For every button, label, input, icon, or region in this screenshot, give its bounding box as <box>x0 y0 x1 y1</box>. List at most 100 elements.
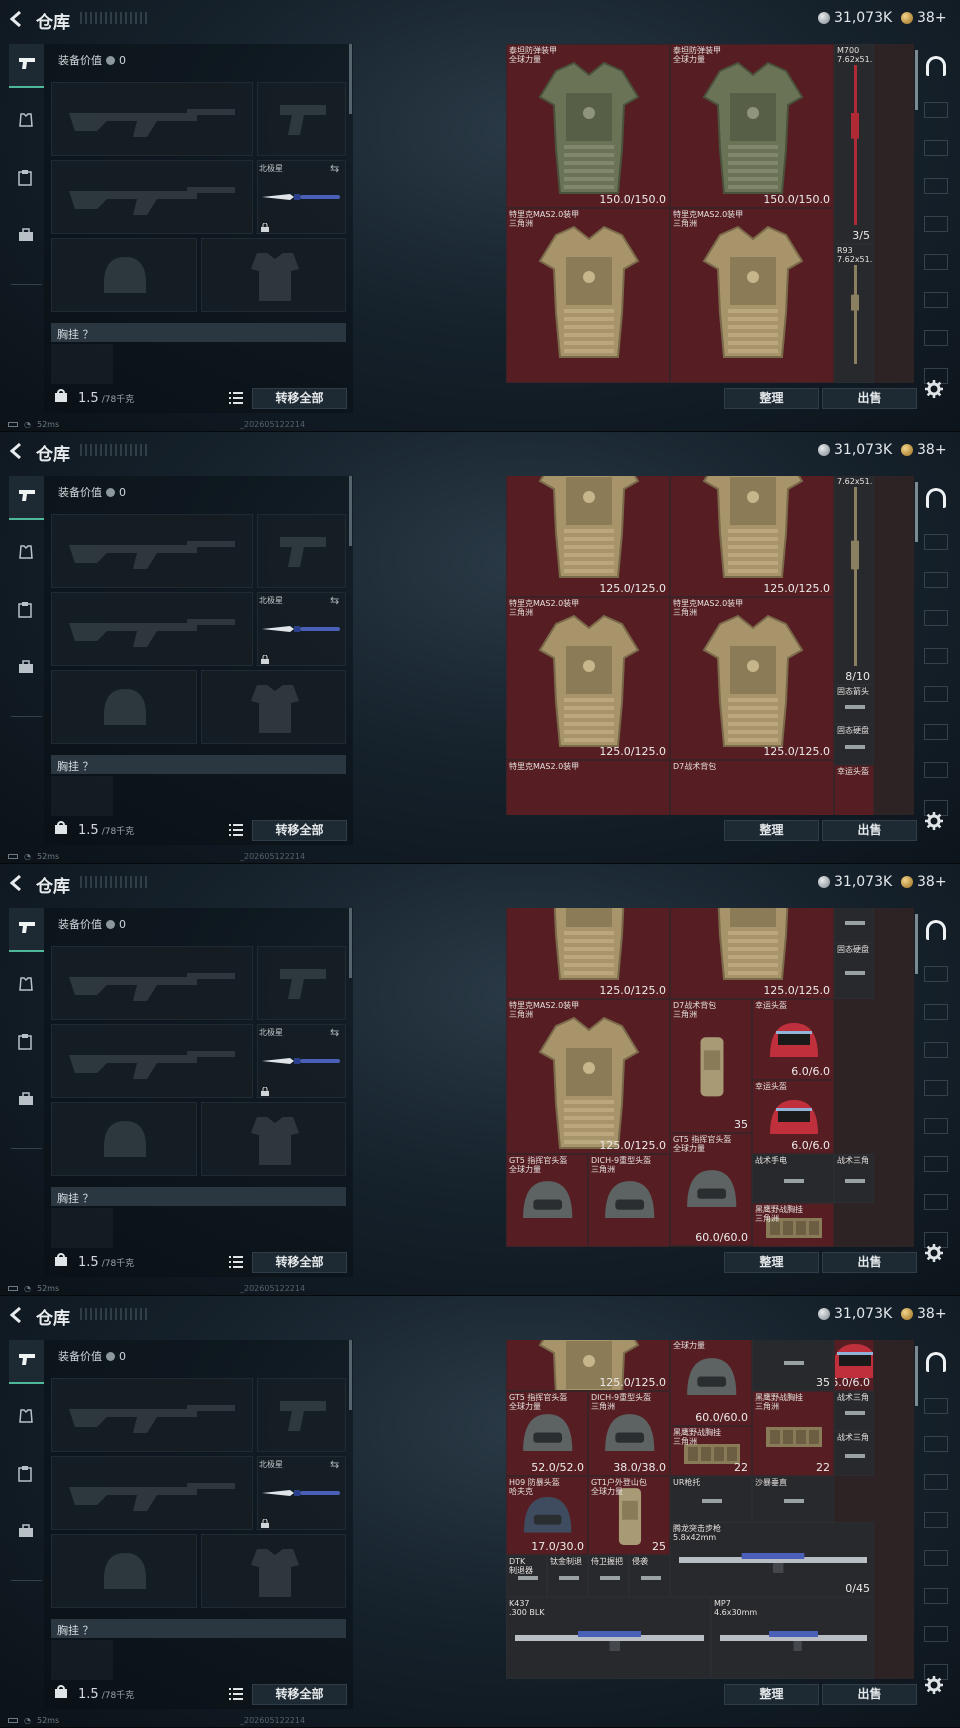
sell-button[interactable]: 出售 <box>822 388 917 409</box>
stash-item[interactable]: 125.0/125.0 <box>670 908 834 999</box>
stash-page-tab[interactable] <box>924 1436 948 1452</box>
stash-page-tab[interactable] <box>924 292 948 308</box>
stash-item[interactable]: 固态硬盘 <box>834 724 874 765</box>
organize-button[interactable]: 整理 <box>724 1252 819 1273</box>
swap-icon[interactable]: ⇆ <box>330 1458 339 1471</box>
stash-page-tab[interactable] <box>924 966 948 982</box>
tab-weapons[interactable] <box>9 476 44 520</box>
stash-item[interactable]: 侍卫握把 <box>588 1555 629 1597</box>
stash-page-tab[interactable] <box>924 534 948 550</box>
primary-weapon-slot[interactable] <box>51 514 253 588</box>
stash-item[interactable]: 腾龙突击步枪 5.8x42mm 0/45 <box>670 1522 874 1597</box>
currency-gold[interactable]: 38+ <box>901 874 947 890</box>
stash-page-tab[interactable] <box>924 686 948 702</box>
stash-item[interactable]: UR枪托 <box>670 1476 752 1522</box>
tab-backpack[interactable] <box>9 216 44 260</box>
stash-item[interactable]: 战术三角 <box>834 1431 874 1476</box>
secondary-weapon-slot[interactable] <box>51 1456 253 1530</box>
tab-weapons[interactable] <box>9 908 44 952</box>
list-icon[interactable] <box>229 824 243 836</box>
stash-item[interactable]: 特里克MAS2.0装甲 三角洲 125.0/125.0 <box>506 999 670 1154</box>
stash-item[interactable]: MP7 4.6x30mm <box>711 1597 874 1679</box>
pistol-slot[interactable] <box>257 1378 346 1452</box>
stash-item[interactable]: 幸运头盔 6.0/6.0 <box>752 999 834 1080</box>
knife-slot[interactable]: 北极星 ⇆ <box>257 160 346 234</box>
equipment-scrollbar[interactable] <box>349 44 352 114</box>
stash-item[interactable]: 战术手电 35 <box>752 1340 834 1391</box>
stash-page-tab[interactable] <box>924 648 948 664</box>
currency-gold[interactable]: 38+ <box>901 442 947 458</box>
stash-item[interactable]: 黑鹰野战胸挂 三角洲 22 <box>752 1391 834 1476</box>
stash-scrollbar[interactable] <box>915 1346 918 1406</box>
stash-item[interactable]: DICH-9重型头盔 三角洲 <box>588 1154 670 1247</box>
stash-item[interactable]: 特里克MAS2.0装甲 三角洲 125.0/125.0 <box>670 597 834 760</box>
stash-item[interactable]: 125.0/125.0 <box>506 908 670 999</box>
equipment-scrollbar[interactable] <box>349 1340 352 1410</box>
stash-item[interactable]: 战术手电 <box>752 1154 834 1203</box>
stash-scrollbar[interactable] <box>915 50 918 110</box>
gear-icon[interactable] <box>925 1676 943 1694</box>
back-arrow-icon[interactable] <box>9 442 23 460</box>
back-arrow-icon[interactable] <box>9 1306 23 1324</box>
stash-item[interactable]: 幸运头盔 6.0/6.0 <box>752 1080 834 1154</box>
stash-page-tab[interactable] <box>924 724 948 740</box>
transfer-all-button[interactable]: 转移全部 <box>252 1684 347 1705</box>
tab-rig[interactable] <box>9 158 44 202</box>
armor-slot[interactable] <box>201 238 346 312</box>
helmet-slot[interactable] <box>51 1102 197 1176</box>
stash-item[interactable]: D7战术背包 <box>670 760 834 815</box>
primary-weapon-slot[interactable] <box>51 82 253 156</box>
stash-item[interactable]: M700 7.62x51... 3/5 <box>834 44 874 244</box>
stash-item[interactable]: 特里克MAS2.0装甲 三角洲 <box>506 208 670 383</box>
helmet-slot[interactable] <box>51 1534 197 1608</box>
transfer-all-button[interactable]: 转移全部 <box>252 1252 347 1273</box>
gear-icon[interactable] <box>925 1244 943 1262</box>
currency-silver[interactable]: 31,073K <box>818 10 892 26</box>
gear-icon[interactable] <box>925 812 943 830</box>
stash-item[interactable]: GT5 指挥官头盔 全球力量 52.0/52.0 <box>506 1391 588 1476</box>
knife-slot[interactable]: 北极星 ⇆ <box>257 1024 346 1098</box>
list-icon[interactable] <box>229 1688 243 1700</box>
back-arrow-icon[interactable] <box>9 874 23 892</box>
stash-page-tab[interactable] <box>924 1550 948 1566</box>
pistol-slot[interactable] <box>257 946 346 1020</box>
stash-page-tab[interactable] <box>924 1474 948 1490</box>
stash-page-tab[interactable] <box>924 1042 948 1058</box>
sell-button[interactable]: 出售 <box>822 1684 917 1705</box>
tab-rig[interactable] <box>9 1022 44 1066</box>
tab-backpack[interactable] <box>9 1512 44 1556</box>
stash-page-tab[interactable] <box>924 1004 948 1020</box>
stash-item[interactable]: DTK 制退器 <box>506 1555 547 1597</box>
primary-weapon-slot[interactable] <box>51 946 253 1020</box>
list-icon[interactable] <box>229 392 243 404</box>
currency-silver[interactable]: 31,073K <box>818 442 892 458</box>
chest-rig-slot[interactable] <box>51 1640 113 1680</box>
sell-button[interactable]: 出售 <box>822 820 917 841</box>
tab-backpack[interactable] <box>9 648 44 692</box>
currency-gold[interactable]: 38+ <box>901 10 947 26</box>
warehouse-home-icon[interactable] <box>926 56 946 76</box>
stash-page-tab[interactable] <box>924 216 948 232</box>
stash-item[interactable]: 固态硬盘 <box>834 943 874 999</box>
stash-item[interactable]: 特里克MAS2.0装甲 三角洲 <box>670 208 834 383</box>
equipment-scrollbar[interactable] <box>349 476 352 546</box>
swap-icon[interactable]: ⇆ <box>330 594 339 607</box>
stash-item[interactable]: GT5 指挥官头盔 全球力量 60.0/60.0 <box>670 1340 752 1426</box>
stash-item[interactable]: 战术三角 <box>834 1391 874 1431</box>
secondary-weapon-slot[interactable] <box>51 592 253 666</box>
stash-page-tab[interactable] <box>924 1588 948 1604</box>
knife-slot[interactable]: 北极星 ⇆ <box>257 1456 346 1530</box>
currency-silver[interactable]: 31,073K <box>818 874 892 890</box>
organize-button[interactable]: 整理 <box>724 388 819 409</box>
stash-item[interactable]: 125.0/125.0 <box>506 476 670 597</box>
equipment-scrollbar[interactable] <box>349 908 352 978</box>
warehouse-home-icon[interactable] <box>926 488 946 508</box>
stash-item[interactable]: 6.0/6.0 <box>834 1340 874 1391</box>
primary-weapon-slot[interactable] <box>51 1378 253 1452</box>
stash-scrollbar[interactable] <box>915 914 918 974</box>
stash-page-tab[interactable] <box>924 1156 948 1172</box>
stash-page-tab[interactable] <box>924 1512 948 1528</box>
transfer-all-button[interactable]: 转移全部 <box>252 820 347 841</box>
stash-item[interactable]: K437 .300 BLK <box>506 1597 711 1679</box>
stash-page-tab[interactable] <box>924 330 948 346</box>
